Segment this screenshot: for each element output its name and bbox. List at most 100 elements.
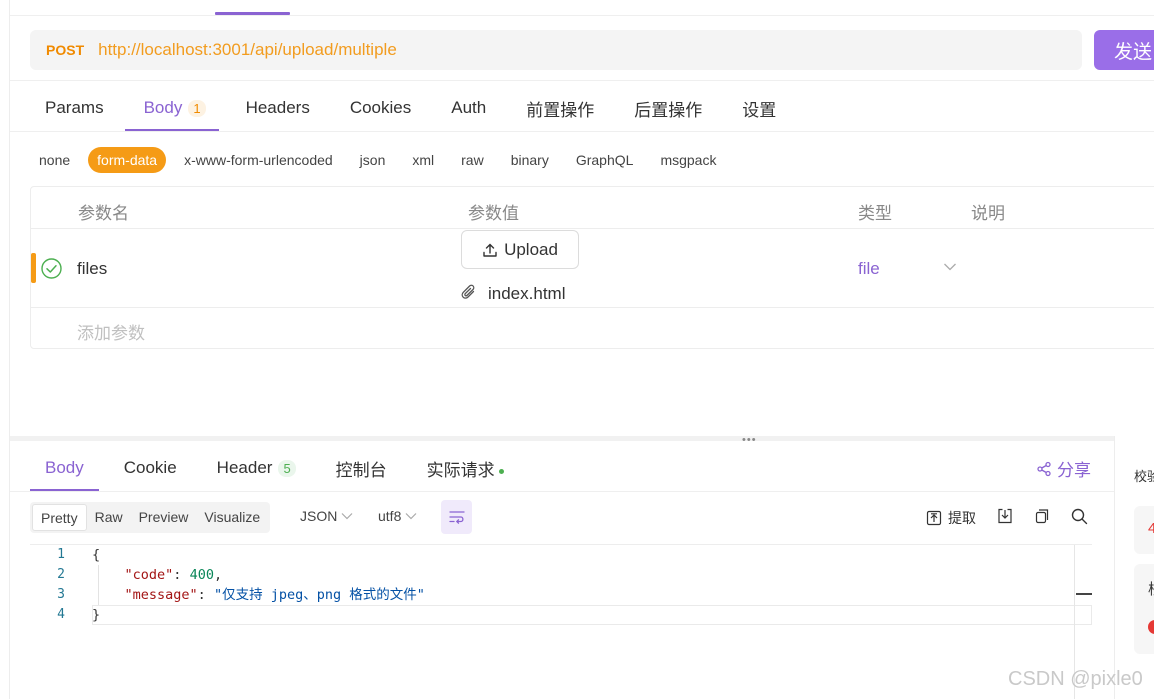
copy-button[interactable] <box>1034 508 1050 524</box>
row-indicator <box>31 253 36 283</box>
view-pretty[interactable]: Pretty <box>32 504 87 531</box>
param-type-select[interactable]: file <box>858 259 880 279</box>
validation-label: 校验 <box>1134 469 1154 484</box>
header-param-desc: 说明 <box>971 204 1005 223</box>
view-raw[interactable]: Raw <box>87 504 131 531</box>
tab-auth[interactable]: Auth <box>451 98 486 118</box>
resp-tab-cookie[interactable]: Cookie <box>124 458 177 478</box>
upload-label: Upload <box>504 239 558 259</box>
pane-splitter[interactable] <box>10 436 1114 441</box>
tab-cookies[interactable]: Cookies <box>350 98 411 118</box>
divider <box>10 131 1154 132</box>
encoding-select-value: utf8 <box>378 508 402 524</box>
open-brace: { <box>92 547 101 563</box>
check-circle-icon[interactable] <box>41 258 62 279</box>
body-type-graphql[interactable]: GraphQL <box>567 147 643 173</box>
share-button[interactable]: 分享 <box>1036 456 1091 481</box>
search-button[interactable] <box>1071 508 1088 525</box>
resp-tab-actual-request-label: 实际请求 <box>426 460 495 480</box>
drag-handle-icon[interactable]: ••• <box>742 434 757 446</box>
tab-post-actions[interactable]: 后置操作 <box>634 96 702 121</box>
line-number: 3 <box>57 587 65 602</box>
add-param-input[interactable]: 添加参数 <box>77 319 145 344</box>
search-icon <box>1071 508 1088 525</box>
line-numbers: 1 2 3 4 <box>30 545 81 699</box>
code-line: { <box>92 545 425 565</box>
resp-tab-actual-request[interactable]: 实际请求 <box>427 456 504 481</box>
line-number: 2 <box>57 567 65 582</box>
tab-headers[interactable]: Headers <box>246 98 310 118</box>
word-wrap-button[interactable] <box>441 500 472 534</box>
response-tabs: Body Cookie Header 5 控制台 实际请求 <box>45 456 544 480</box>
left-border <box>9 0 10 699</box>
upload-button[interactable]: Upload <box>461 230 579 269</box>
share-label: 分享 <box>1057 461 1091 480</box>
divider <box>10 491 1114 492</box>
body-type-json[interactable]: json <box>351 147 395 173</box>
divider <box>31 307 1154 308</box>
response-editor[interactable]: 1 2 3 4 { "code": 400, "message": "仅支持 j… <box>30 544 1092 699</box>
tab-params[interactable]: Params <box>45 98 104 118</box>
header-param-type: 类型 <box>858 204 892 223</box>
tab-body-label: Body <box>143 98 183 117</box>
params-table: 参数名 参数值 类型 说明 files Upload index.html fi… <box>30 186 1154 349</box>
resp-tab-header-count: 5 <box>278 460 296 477</box>
uploaded-file-name[interactable]: index.html <box>488 284 565 304</box>
encoding-select[interactable]: utf8 <box>378 508 417 524</box>
upload-icon <box>483 243 497 257</box>
body-type-selector: none form-data x-www-form-urlencoded jso… <box>30 147 734 173</box>
code-line: "code": 400, <box>124 567 223 583</box>
paperclip-icon <box>461 284 475 299</box>
extract-button[interactable]: 提取 <box>926 508 976 528</box>
tab-body[interactable]: Body 1 <box>144 98 206 118</box>
json-number: 400 <box>189 567 214 583</box>
view-visualize[interactable]: Visualize <box>196 504 268 531</box>
line-number: 1 <box>57 547 65 562</box>
tab-pre-actions[interactable]: 前置操作 <box>526 96 594 121</box>
body-type-urlencoded[interactable]: x-www-form-urlencoded <box>175 147 342 173</box>
validation-card-text: 4 <box>1148 520 1154 537</box>
chevron-down-icon <box>405 513 417 520</box>
tab-body-count: 1 <box>188 100 206 117</box>
resp-tab-header[interactable]: Header 5 <box>217 458 296 478</box>
send-button[interactable]: 发送 <box>1094 30 1154 70</box>
header-param-name: 参数名 <box>78 204 129 223</box>
tab-settings[interactable]: 设置 <box>742 96 776 121</box>
format-select[interactable]: JSON <box>300 508 353 524</box>
param-name-field[interactable]: files <box>77 259 107 279</box>
view-mode-segmented: Pretty Raw Preview Visualize <box>30 502 271 533</box>
extract-icon <box>926 510 942 526</box>
word-wrap-icon <box>448 511 465 524</box>
body-type-form-data[interactable]: form-data <box>88 147 167 173</box>
json-key: "message" <box>124 587 198 603</box>
table-header: 参数名 参数值 类型 说明 <box>31 187 1154 229</box>
method-select[interactable]: POST <box>46 42 84 58</box>
scroll-position-mark <box>1076 593 1092 595</box>
chevron-down-icon[interactable] <box>943 262 957 272</box>
url-input[interactable]: http://localhost:3001/api/upload/multipl… <box>98 40 397 60</box>
divider <box>10 80 1154 81</box>
body-type-raw[interactable]: raw <box>452 147 493 173</box>
validation-card[interactable]: 校 <box>1134 564 1154 654</box>
view-preview[interactable]: Preview <box>131 504 197 531</box>
copy-icon <box>1035 509 1049 524</box>
resp-tab-body[interactable]: Body <box>45 458 84 478</box>
status-dot <box>498 468 504 474</box>
format-select-value: JSON <box>300 508 338 524</box>
validation-card[interactable]: 4 <box>1134 506 1154 554</box>
close-brace: } <box>92 607 101 623</box>
download-button[interactable] <box>997 508 1013 524</box>
extract-label: 提取 <box>948 510 976 526</box>
code-line: } <box>92 605 425 625</box>
body-type-binary[interactable]: binary <box>502 147 558 173</box>
url-bar[interactable]: POST http://localhost:3001/api/upload/mu… <box>30 30 1082 70</box>
body-type-xml[interactable]: xml <box>403 147 443 173</box>
resp-tab-header-label: Header <box>216 458 273 477</box>
validation-card-text: 校 <box>1148 578 1154 599</box>
body-type-msgpack[interactable]: msgpack <box>651 147 725 173</box>
resp-tab-console[interactable]: 控制台 <box>336 456 387 481</box>
json-string: "仅支持 jpeg、png 格式的文件" <box>213 587 425 603</box>
divider <box>1114 436 1115 699</box>
chevron-down-icon <box>341 513 353 520</box>
body-type-none[interactable]: none <box>30 147 79 173</box>
